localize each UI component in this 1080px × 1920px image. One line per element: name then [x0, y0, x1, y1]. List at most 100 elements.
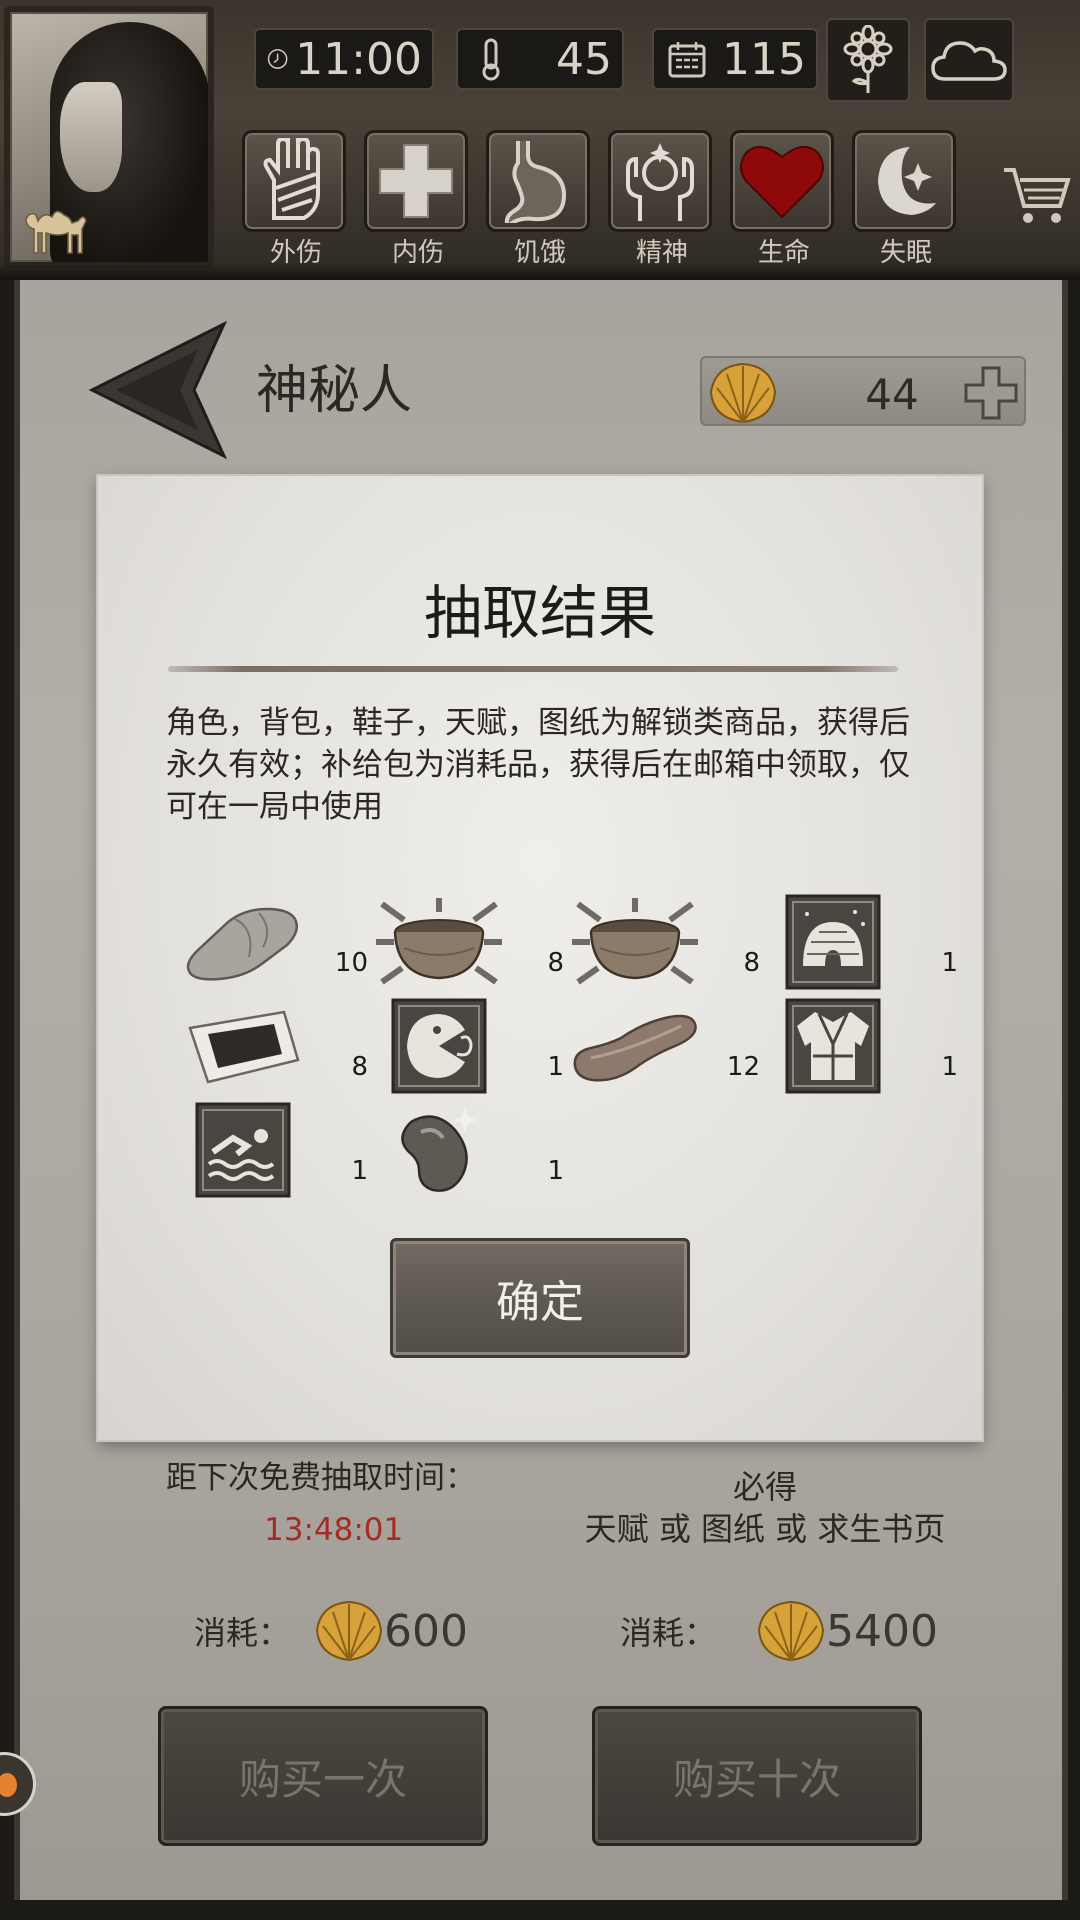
title-divider [168, 666, 898, 672]
reward-item[interactable]: 12 [570, 996, 760, 1096]
shell-count: 44 [865, 370, 919, 419]
page-title: 神秘人 [256, 361, 413, 421]
cost-label: 消耗： [194, 1614, 291, 1652]
status-label: 精神 [635, 238, 688, 268]
top-hud: 11:00 45 115 外伤 内伤 饥饿 精神 生命 失眠 [0, 0, 1080, 280]
bowl-icon [572, 898, 698, 985]
bean-icon [401, 1108, 477, 1192]
status-tile [852, 130, 956, 232]
temperature-value: 45 [556, 33, 612, 85]
status-health[interactable]: 生命 [730, 130, 838, 269]
reward-item[interactable]: 8 [570, 892, 760, 992]
guarantee-text: 天赋 或 图纸 或 求生书页 [584, 1510, 946, 1548]
igloo-talent-icon [785, 894, 881, 990]
heart-icon [740, 146, 824, 219]
status-tile [730, 130, 834, 232]
day-value: 115 [722, 33, 806, 85]
status-label: 失眠 [879, 238, 932, 268]
shell-icon [709, 362, 777, 424]
face-art [60, 82, 122, 192]
guarantee-info: 必得 天赋 或 图纸 或 求生书页 [560, 1466, 970, 1550]
status-label: 内伤 [391, 238, 444, 268]
confirm-button[interactable]: 确定 [390, 1238, 690, 1358]
status-tile [608, 130, 712, 232]
add-shells-icon[interactable] [962, 364, 1020, 422]
temperature-display: 45 [456, 28, 624, 90]
calendar-icon [668, 42, 706, 78]
cost-single: 消耗： 600 [194, 1598, 468, 1664]
reward-qty: 12 [726, 1052, 760, 1082]
reward-icon-box [178, 996, 308, 1096]
pacman-talent-icon [391, 998, 487, 1094]
buy-once-button[interactable]: 购买一次 [158, 1706, 488, 1846]
thermometer-icon [482, 38, 500, 81]
status-tile [242, 130, 346, 232]
next-free-label: 距下次免费抽取时间： [166, 1460, 476, 1496]
dried-meat-icon [573, 1014, 697, 1082]
sunflower-button[interactable] [826, 18, 910, 102]
status-tile [364, 130, 468, 232]
swim-talent-icon [195, 1102, 291, 1198]
clock-display: 11:00 [254, 28, 434, 90]
reward-item[interactable]: 8 [374, 892, 564, 992]
guarantee-title: 必得 [732, 1468, 797, 1506]
dialog-title: 抽取结果 [423, 579, 656, 647]
status-hunger[interactable]: 饥饿 [486, 130, 594, 269]
reward-item[interactable]: 1 [768, 996, 958, 1096]
status-insomnia[interactable]: 失眠 [852, 130, 960, 269]
status-tile [486, 130, 590, 232]
shell-currency-bar: 44 [700, 356, 1026, 426]
status-label: 生命 [757, 238, 810, 268]
status-internal-injury[interactable]: 内伤 [364, 130, 472, 269]
reward-icon-box [178, 1100, 308, 1200]
reward-qty: 1 [941, 1052, 958, 1082]
cost-ten: 消耗： 5400 [620, 1598, 938, 1664]
cost-label: 消耗： [620, 1614, 717, 1652]
stomach-icon [504, 141, 567, 223]
camel-icon [25, 210, 87, 254]
reward-qty: 8 [547, 948, 564, 978]
status-mind[interactable]: 精神 [608, 130, 716, 269]
reward-item[interactable]: 1 [768, 892, 958, 992]
reward-qty: 8 [351, 1052, 368, 1082]
draw-result-dialog: 抽取结果 角色，背包，鞋子，天赋，图纸为解锁类商品，获得后永久有效；补给包为消耗… [98, 476, 982, 1440]
reward-qty: 1 [547, 1156, 564, 1186]
reward-item[interactable]: 1 [374, 996, 564, 1096]
character-portrait[interactable] [4, 6, 214, 268]
day-display: 115 [652, 28, 818, 90]
reward-icon-box [374, 892, 504, 992]
reward-icon-box [768, 892, 898, 992]
stone-icon [186, 907, 298, 981]
robe-talent-icon [785, 998, 881, 1094]
reward-qty: 1 [547, 1052, 564, 1082]
free-draw-timer: 13:48:01 [264, 1512, 404, 1548]
moon-star-icon [878, 147, 936, 215]
cross-icon [379, 144, 453, 218]
status-external-injury[interactable]: 外伤 [242, 130, 350, 269]
shop-cart-icon[interactable] [1000, 160, 1072, 230]
reward-item[interactable]: 1 [374, 1100, 564, 1200]
reward-icon-box [768, 996, 898, 1096]
reward-item[interactable]: 10 [178, 892, 368, 992]
reward-item[interactable]: 1 [178, 1100, 368, 1200]
back-arrow-icon[interactable] [88, 320, 228, 460]
status-row: 外伤 内伤 饥饿 精神 生命 失眠 [242, 130, 960, 269]
reward-qty: 1 [351, 1156, 368, 1186]
reward-item[interactable]: 8 [178, 996, 368, 1096]
reward-icon-box [178, 892, 308, 992]
cost-single-amount: 600 [384, 1605, 468, 1657]
weather-button[interactable] [924, 18, 1014, 102]
sunflower-icon [843, 25, 893, 93]
clock-icon [267, 49, 288, 69]
reward-qty: 1 [941, 948, 958, 978]
buy-ten-button[interactable]: 购买十次 [592, 1706, 922, 1846]
hand-bandage-icon [263, 138, 320, 220]
bowl-icon [376, 898, 502, 985]
reward-icon-box [374, 996, 504, 1096]
shell-icon [758, 1600, 825, 1662]
reward-icon-box [374, 1100, 504, 1200]
mind-icon [626, 143, 694, 221]
cost-ten-amount: 5400 [826, 1605, 938, 1657]
status-label: 外伤 [269, 238, 322, 268]
reward-qty: 10 [334, 948, 368, 978]
